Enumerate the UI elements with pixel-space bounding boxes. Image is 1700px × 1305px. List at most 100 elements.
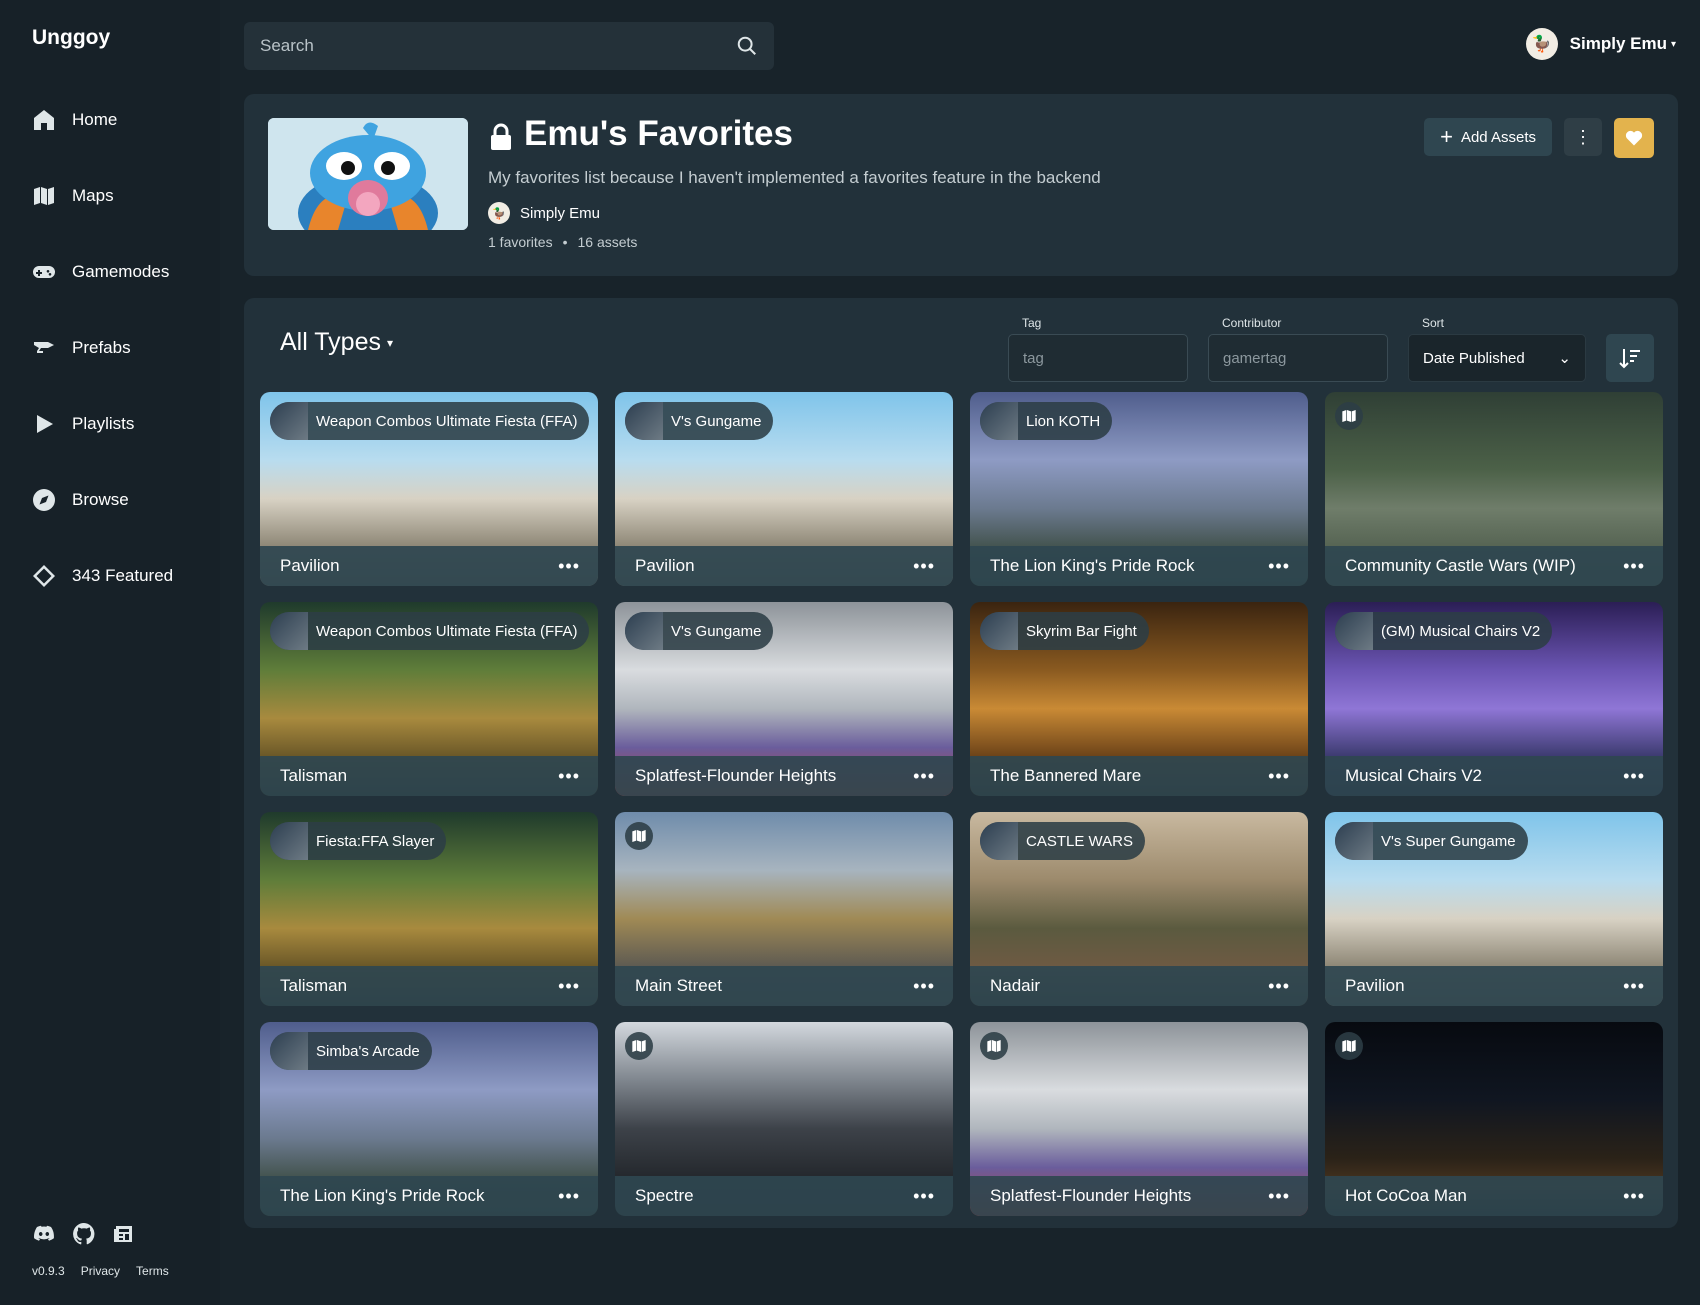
assets-count: 16 assets	[577, 234, 638, 250]
gamemode-badge[interactable]: Lion KOTH	[980, 402, 1113, 440]
avatar: 🦆	[488, 202, 510, 224]
gamemode-badge[interactable]: V's Gungame	[625, 402, 774, 440]
asset-name: Pavilion	[280, 556, 340, 575]
asset-options-button[interactable]: •••	[1623, 1186, 1645, 1207]
type-filter-dropdown[interactable]: All Types ▾	[280, 328, 393, 357]
asset-name: Pavilion	[635, 556, 695, 575]
playlist-owner[interactable]: 🦆 Simply Emu	[488, 202, 600, 224]
sort-select[interactable]: Date Published ⌄	[1408, 334, 1586, 382]
gamemode-badge[interactable]: CASTLE WARS	[980, 822, 1145, 860]
gamemode-thumbnail	[270, 1032, 308, 1070]
playlist-thumbnail	[268, 118, 468, 230]
nav-item-maps[interactable]: Maps	[0, 158, 220, 234]
asset-card[interactable]: Fiesta:FFA Slayer Talisman •••	[260, 812, 598, 1006]
asset-card[interactable]: Lion KOTH The Lion King's Pride Rock •••	[970, 392, 1308, 586]
user-menu[interactable]: 🦆 Simply Emu ▾	[1525, 28, 1676, 60]
gamemode-badge[interactable]: Weapon Combos Ultimate Fiesta (FFA)	[270, 402, 590, 440]
gamemode-badge[interactable]: Skyrim Bar Fight	[980, 612, 1149, 650]
more-options-button[interactable]: ⋮	[1564, 118, 1602, 156]
asset-name: The Lion King's Pride Rock	[280, 1186, 485, 1205]
map-icon	[625, 1032, 653, 1060]
github-icon[interactable]	[72, 1222, 96, 1246]
map-icon	[1335, 402, 1363, 430]
news-icon[interactable]	[112, 1222, 136, 1246]
asset-options-button[interactable]: •••	[558, 1186, 580, 1207]
gamemode-thumbnail	[270, 612, 308, 650]
terms-link[interactable]: Terms	[136, 1264, 169, 1278]
asset-card[interactable]: Weapon Combos Ultimate Fiesta (FFA) Pavil…	[260, 392, 598, 586]
gamemode-thumbnail	[980, 612, 1018, 650]
favorite-button[interactable]	[1614, 118, 1654, 158]
asset-options-button[interactable]: •••	[913, 766, 935, 787]
asset-card[interactable]: V's Super Gungame Pavilion •••	[1325, 812, 1663, 1006]
asset-card[interactable]: Simba's Arcade The Lion King's Pride Rock…	[260, 1022, 598, 1216]
asset-footer: Talisman •••	[260, 966, 598, 1006]
asset-card[interactable]: Community Castle Wars (WIP) •••	[1325, 392, 1663, 586]
asset-card[interactable]: (GM) Musical Chairs V2 Musical Chairs V2 •…	[1325, 602, 1663, 796]
asset-options-button[interactable]: •••	[1623, 556, 1645, 577]
discord-icon[interactable]	[32, 1222, 56, 1246]
asset-card[interactable]: V's Gungame Splatfest-Flounder Heights •••	[615, 602, 953, 796]
nav-item-browse[interactable]: Browse	[0, 462, 220, 538]
asset-name: Splatfest-Flounder Heights	[635, 766, 837, 785]
add-assets-button[interactable]: + Add Assets	[1424, 118, 1552, 156]
asset-card[interactable]: Weapon Combos Ultimate Fiesta (FFA) Talis…	[260, 602, 598, 796]
asset-options-button[interactable]: •••	[913, 556, 935, 577]
nav-label: Browse	[72, 490, 129, 509]
asset-card[interactable]: Hot CoCoa Man •••	[1325, 1022, 1663, 1216]
contributor-input[interactable]	[1223, 349, 1373, 367]
gamemode-badge[interactable]: V's Super Gungame	[1335, 822, 1528, 860]
search-icon[interactable]	[736, 35, 758, 57]
asset-card[interactable]: Splatfest-Flounder Heights •••	[970, 1022, 1308, 1216]
privacy-link[interactable]: Privacy	[81, 1264, 120, 1278]
playlist-description: My favorites list because I haven't impl…	[488, 168, 1101, 187]
asset-options-button[interactable]: •••	[1268, 766, 1290, 787]
nav-item-playlists[interactable]: Playlists	[0, 386, 220, 462]
asset-options-button[interactable]: •••	[558, 556, 580, 577]
nav-label: Home	[72, 110, 118, 129]
asset-card[interactable]: Spectre •••	[615, 1022, 953, 1216]
asset-options-button[interactable]: •••	[558, 766, 580, 787]
asset-options-button[interactable]: •••	[1268, 976, 1290, 997]
search-input[interactable]	[260, 36, 736, 56]
play-icon	[37, 415, 53, 433]
favorites-count: 1 favorites	[488, 234, 553, 250]
asset-options-button[interactable]: •••	[558, 976, 580, 997]
sort-filter: Sort Date Published ⌄	[1408, 316, 1586, 382]
asset-options-button[interactable]: •••	[1268, 1186, 1290, 1207]
asset-name: Hot CoCoa Man	[1345, 1186, 1467, 1205]
asset-footer: Splatfest-Flounder Heights •••	[615, 756, 953, 796]
asset-footer: Nadair •••	[970, 966, 1308, 1006]
gamemode-name: V's Gungame	[671, 412, 762, 430]
asset-options-button[interactable]: •••	[913, 976, 935, 997]
tag-input[interactable]	[1023, 349, 1173, 367]
asset-card[interactable]: V's Gungame Pavilion •••	[615, 392, 953, 586]
tag-filter: Tag	[1008, 316, 1188, 382]
asset-card[interactable]: Main Street •••	[615, 812, 953, 1006]
asset-footer: The Lion King's Pride Rock •••	[260, 1176, 598, 1216]
asset-name: Spectre	[635, 1186, 694, 1205]
asset-card[interactable]: CASTLE WARS Nadair •••	[970, 812, 1308, 1006]
gamemode-badge[interactable]: V's Gungame	[625, 612, 774, 650]
asset-options-button[interactable]: •••	[1268, 556, 1290, 577]
gamemode-badge[interactable]: Fiesta:FFA Slayer	[270, 822, 447, 860]
asset-footer: Musical Chairs V2 •••	[1325, 756, 1663, 796]
chevron-down-icon: ⌄	[1558, 350, 1571, 367]
gamemode-badge[interactable]: Simba's Arcade	[270, 1032, 432, 1070]
home-icon	[34, 110, 54, 130]
gamemode-badge[interactable]: Weapon Combos Ultimate Fiesta (FFA)	[270, 612, 590, 650]
asset-options-button[interactable]: •••	[1623, 976, 1645, 997]
asset-options-button[interactable]: •••	[1623, 766, 1645, 787]
gamemode-name: V's Gungame	[671, 622, 762, 640]
asset-name: Talisman	[280, 766, 348, 785]
nav-item-home[interactable]: Home	[0, 82, 220, 158]
nav-item-prefabs[interactable]: Prefabs	[0, 310, 220, 386]
nav-item-343-featured[interactable]: 343 Featured	[0, 538, 220, 614]
sort-order-button[interactable]	[1606, 334, 1654, 382]
app-logo[interactable]: Unggoy	[32, 26, 110, 50]
nav-item-gamemodes[interactable]: Gamemodes	[0, 234, 220, 310]
asset-options-button[interactable]: •••	[913, 1186, 935, 1207]
gamemode-badge[interactable]: (GM) Musical Chairs V2	[1335, 612, 1553, 650]
compass-icon	[33, 489, 55, 511]
asset-card[interactable]: Skyrim Bar Fight The Bannered Mare •••	[970, 602, 1308, 796]
